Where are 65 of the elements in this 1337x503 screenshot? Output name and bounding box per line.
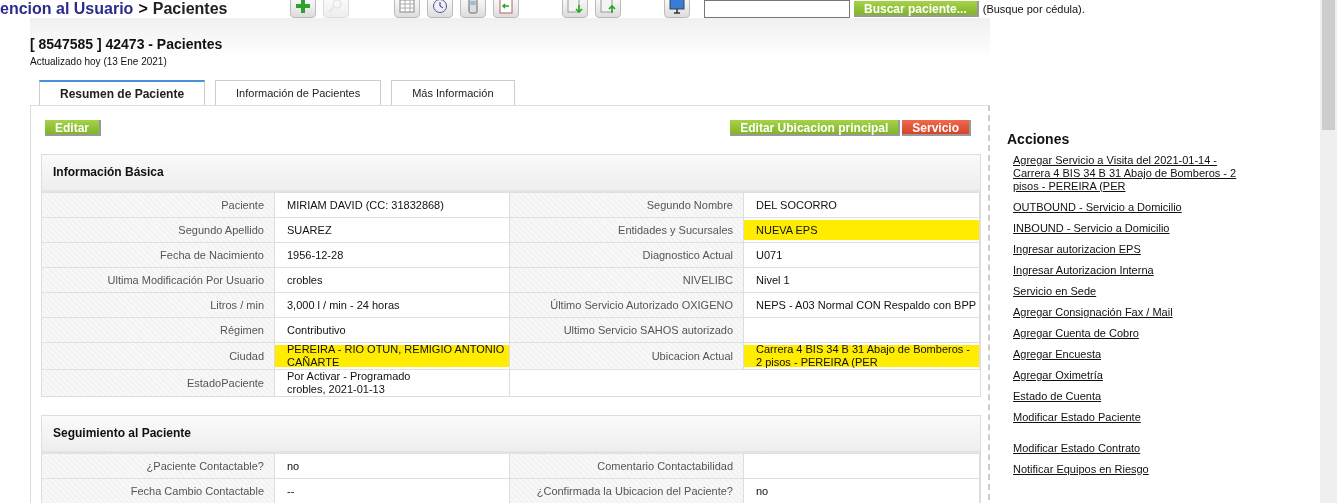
field-label: Paciente (42, 193, 275, 217)
field-label: Segundo Nombre (510, 193, 744, 217)
search-field[interactable] (704, 0, 850, 18)
table-icon[interactable] (394, 0, 420, 18)
action-link[interactable]: INBOUND - Servicio a Domicilio (1013, 222, 1238, 235)
action-link[interactable]: Agregar Cuenta de Cobro (1013, 327, 1238, 340)
field-value: U071 (744, 243, 980, 267)
field-value: no (744, 479, 980, 503)
field-value: DEL SOCORRO (744, 193, 980, 217)
field-label: NIVELIBC (510, 268, 744, 292)
breadcrumb-link[interactable]: encion al Usuario (0, 0, 134, 18)
monitor-icon[interactable] (664, 0, 690, 18)
actions-heading: Acciones (1007, 131, 1071, 147)
field-label: Régimen (42, 318, 275, 342)
action-link[interactable]: Agregar Oximetría (1013, 369, 1238, 382)
field-label: Litros / min (42, 293, 275, 317)
action-button[interactable]: Servicio (902, 120, 971, 136)
field-label: ¿Paciente Contactable? (42, 454, 275, 478)
field-label: ¿Confirmada la Ubicacion del Paciente? (510, 479, 744, 503)
action-link[interactable]: Notificar Equipos en Riesgo (1013, 463, 1238, 476)
field-label: Ultimo Servicio SAHOS autorizado (510, 318, 744, 342)
scrollbar[interactable] (1320, 0, 1337, 503)
field-label: Comentario Contactabilidad (510, 454, 744, 478)
field-label: Fecha de Nacimiento (42, 243, 275, 267)
record-title: [ 8547585 ] 42473 - Pacientes (30, 36, 224, 52)
action-link[interactable]: Ingresar Autorizacion Interna (1013, 264, 1238, 277)
search-hint: (Busque por cédula). (982, 3, 1085, 15)
field-label: Ubicacion Actual (510, 343, 744, 369)
field-label: Ultima Modificación Por Usuario (42, 268, 275, 292)
section-header: Información Básica (42, 155, 980, 192)
action-link[interactable]: Agregar Servicio a Visita del 2021-01-14 - Carrera 4 BIS 34 B 31 Abajo de Bomberos - 2 pisos - PEREIRA (PER (1013, 154, 1238, 193)
scrollbar-thumb[interactable] (1322, 0, 1335, 130)
action-link[interactable]: Estado de Cuenta (1013, 390, 1238, 403)
section-header: Seguimiento al Paciente (42, 416, 980, 453)
tab[interactable]: Resumen de Paciente (39, 80, 206, 105)
upload-icon[interactable] (595, 0, 621, 18)
tab[interactable]: Información de Pacientes (215, 80, 382, 105)
download-icon[interactable] (562, 0, 588, 18)
action-link[interactable]: Agregar Consignación Fax / Mail (1013, 306, 1238, 319)
action-link[interactable]: OUTBOUND - Servicio a Domicilio (1013, 201, 1238, 214)
field-value: Nivel 1 (744, 268, 980, 292)
field-value: PEREIRA - RIO OTUN, REMIGIO ANTONIO CAÑARTE (275, 343, 510, 369)
field-label: Diagnostico Actual (510, 243, 744, 267)
plus-icon[interactable] (290, 0, 316, 18)
field-value: NUEVA EPS (744, 218, 980, 242)
clock-icon[interactable] (427, 0, 453, 18)
field-label: Segundo Apellido (42, 218, 275, 242)
phone-icon[interactable] (460, 0, 486, 18)
field-value: Carrera 4 BIS 34 B 31 Abajo de Bomberos - 2 pisos - PEREIRA (PER (744, 343, 980, 369)
field-label: EstadoPaciente (42, 370, 275, 396)
field-label: Fecha Cambio Contactable (42, 479, 275, 503)
field-label: Entidades y Sucursales (510, 218, 744, 242)
action-link[interactable]: Ingresar autorizacion EPS (1013, 243, 1238, 256)
field-value: NEPS - A03 Normal CON Respaldo con BPP (744, 293, 980, 317)
document-icon[interactable] (493, 0, 519, 18)
action-link[interactable]: Servicio en Sede (1013, 285, 1238, 298)
action-link[interactable]: Modificar Estado Contrato (1013, 442, 1238, 455)
updated-text: Actualizado hoy (13 Ene 2021) (30, 56, 168, 67)
action-link[interactable]: Modificar Estado Paciente (1013, 411, 1238, 424)
tab[interactable]: Más Información (391, 80, 515, 105)
breadcrumb-separator: > (138, 0, 148, 18)
action-link[interactable]: Agregar Encuesta (1013, 348, 1238, 361)
field-label: Ciudad (42, 343, 275, 369)
page-title: Pacientes (152, 0, 228, 18)
field-label: Último Servicio Autorizado OXIGENO (510, 293, 744, 317)
